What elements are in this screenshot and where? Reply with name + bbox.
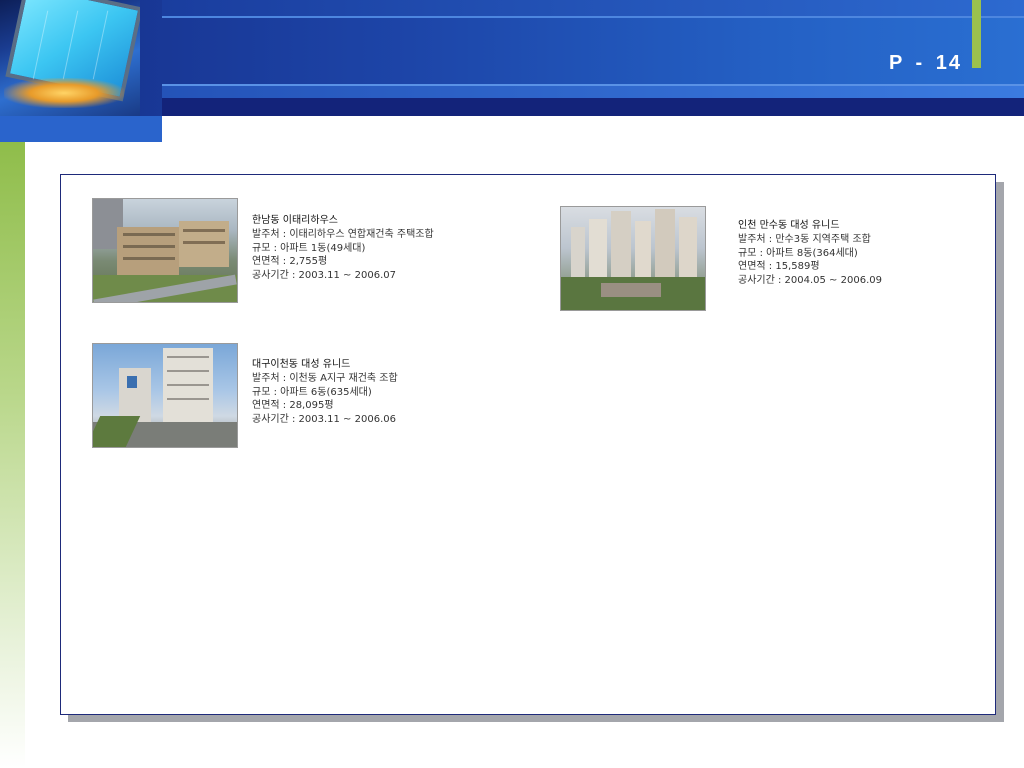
project-period: 공사기간 : 2003.11 ~ 2006.07 bbox=[252, 270, 396, 282]
project-info-hannam: 한남동 이태리하우스 발주처 : 이태리하우스 연합재건축 주택조합 규모 : … bbox=[252, 214, 434, 283]
project-area: 연면적 : 28,095평 bbox=[252, 400, 334, 412]
project-area: 연면적 : 15,589평 bbox=[738, 261, 820, 273]
page-number: P - 14 bbox=[889, 52, 962, 74]
project-photo-hannam bbox=[92, 198, 238, 303]
header-corner-block bbox=[0, 116, 162, 142]
project-area: 연면적 : 2,755평 bbox=[252, 256, 328, 268]
project-client: 발주처 : 만수3동 지역주택 조합 bbox=[738, 233, 871, 245]
project-scale: 규모 : 아파트 1동(49세대) bbox=[252, 242, 366, 254]
header-banner: P - 14 bbox=[0, 0, 1024, 142]
header-divider bbox=[162, 16, 1024, 18]
project-info-daegu: 대구이천동 대성 유니드 발주처 : 이천동 A지구 재건축 조합 규모 : 아… bbox=[252, 358, 398, 427]
project-period: 공사기간 : 2003.11 ~ 2006.06 bbox=[252, 414, 396, 426]
project-title: 인천 만수동 대성 유니드 bbox=[738, 220, 840, 231]
header-band bbox=[162, 86, 1024, 98]
project-title: 대구이천동 대성 유니드 bbox=[252, 359, 351, 370]
project-scale: 규모 : 아파트 8동(364세대) bbox=[738, 247, 858, 259]
header-band-dark bbox=[162, 98, 1024, 116]
header-accent-bar bbox=[972, 0, 981, 68]
header-monitor-image bbox=[0, 0, 140, 116]
project-scale: 규모 : 아파트 6동(635세대) bbox=[252, 386, 372, 398]
project-photo-daegu bbox=[92, 343, 238, 448]
content-frame: 한남동 이태리하우스 발주처 : 이태리하우스 연합재건축 주택조합 규모 : … bbox=[60, 174, 996, 715]
project-info-incheon: 인천 만수동 대성 유니드 발주처 : 만수3동 지역주택 조합 규모 : 아파… bbox=[738, 219, 882, 288]
project-client: 발주처 : 이태리하우스 연합재건축 주택조합 bbox=[252, 228, 434, 240]
project-photo-incheon bbox=[560, 206, 706, 311]
left-accent-gradient bbox=[0, 142, 25, 768]
project-period: 공사기간 : 2004.05 ~ 2006.09 bbox=[738, 275, 882, 287]
project-title: 한남동 이태리하우스 bbox=[252, 215, 338, 226]
project-client: 발주처 : 이천동 A지구 재건축 조합 bbox=[252, 372, 398, 384]
header-top-stripe bbox=[162, 0, 1024, 16]
